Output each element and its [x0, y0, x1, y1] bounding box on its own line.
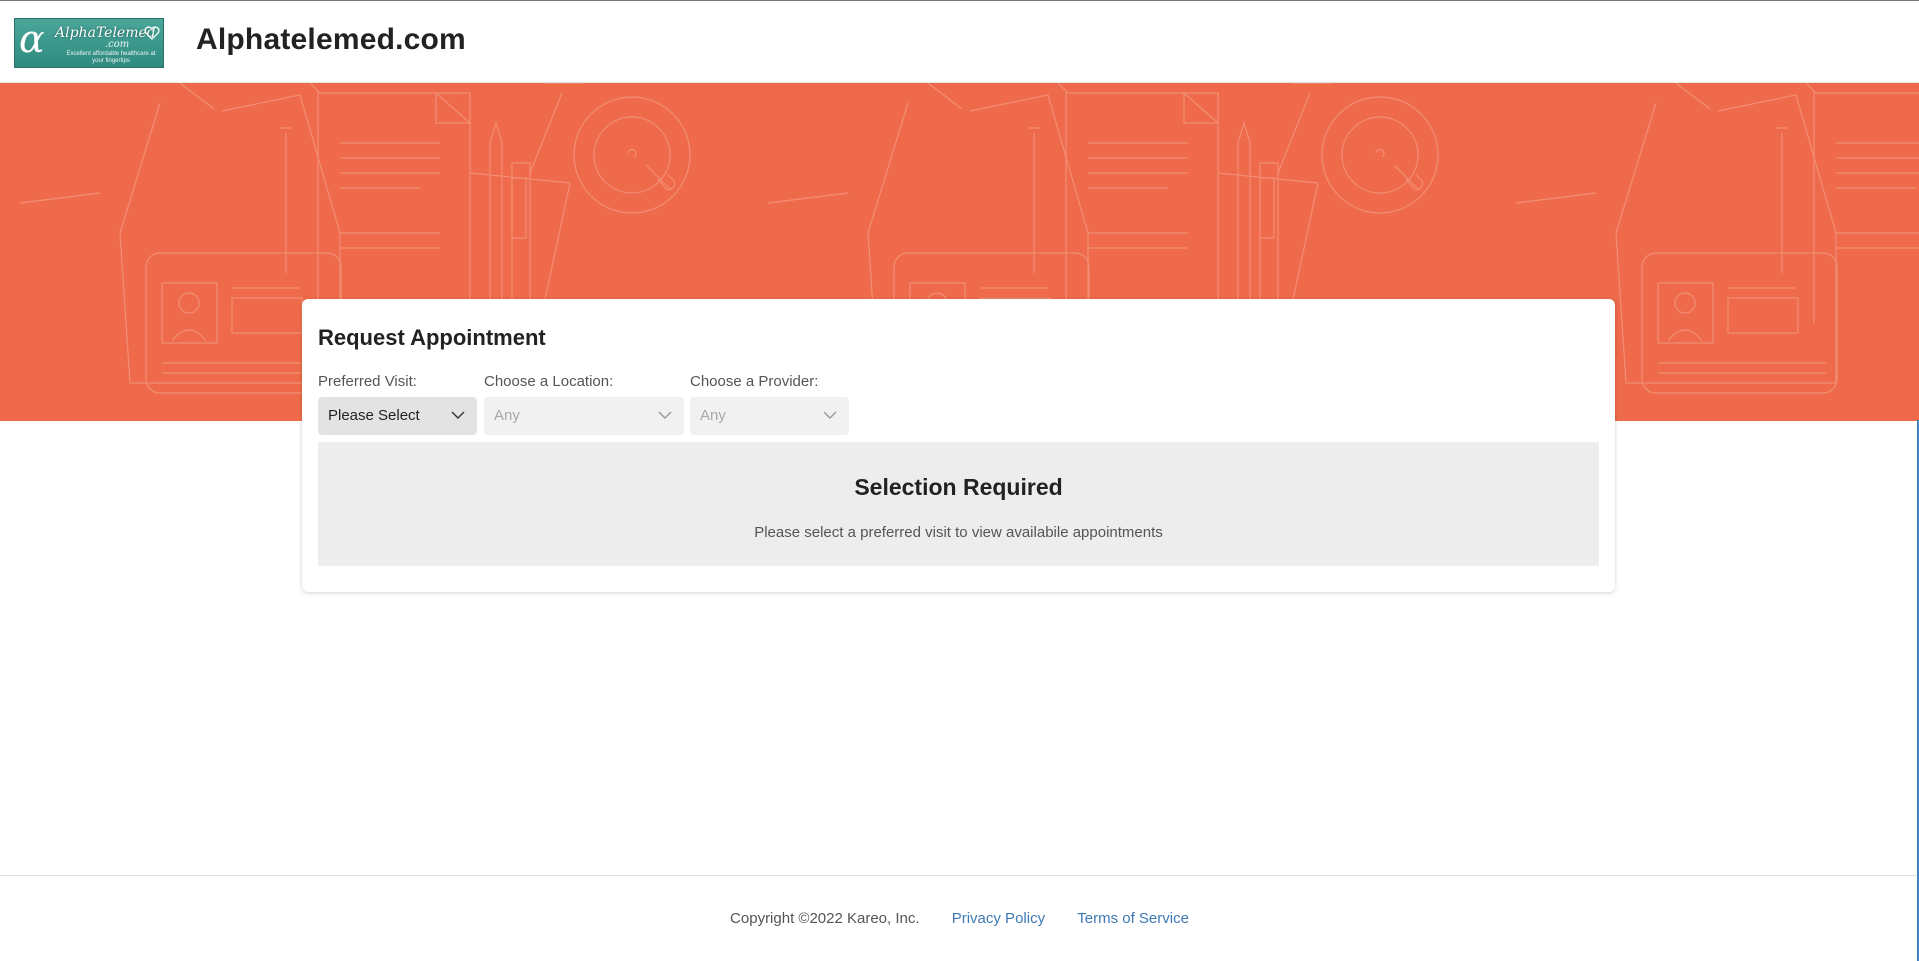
- location-field: Choose a Location: Any: [484, 372, 684, 435]
- provider-label: Choose a Provider:: [690, 373, 819, 390]
- notice-title: Selection Required: [854, 474, 1063, 500]
- appointment-card: Request Appointment Preferred Visit: Ple…: [302, 299, 1615, 592]
- site-logo[interactable]: α AlphaTelemed .com Excellent affordable…: [14, 18, 164, 68]
- provider-select[interactable]: Any: [690, 397, 849, 435]
- terms-of-service-link[interactable]: Terms of Service: [1077, 910, 1189, 927]
- copyright-text: Copyright ©2022 Kareo, Inc.: [730, 910, 920, 927]
- selection-required-notice: Selection Required Please select a prefe…: [318, 442, 1599, 566]
- logo-alpha-symbol: α: [19, 18, 45, 61]
- provider-value: Any: [700, 407, 726, 424]
- chevron-down-icon: [658, 411, 672, 419]
- preferred-visit-field: Preferred Visit: Please Select: [318, 372, 477, 435]
- heart-icon: [144, 26, 160, 40]
- location-label: Choose a Location:: [484, 373, 614, 390]
- page-footer: Copyright ©2022 Kareo, Inc. Privacy Poli…: [0, 875, 1919, 961]
- card-title: Request Appointment: [318, 325, 546, 350]
- logo-domain: .com: [105, 39, 130, 50]
- preferred-visit-value: Please Select: [328, 407, 420, 424]
- footer-links: Copyright ©2022 Kareo, Inc. Privacy Poli…: [0, 910, 1919, 927]
- site-title: Alphatelemed.com: [196, 23, 466, 56]
- preferred-visit-select[interactable]: Please Select: [318, 397, 477, 435]
- top-header: α AlphaTelemed .com Excellent affordable…: [0, 0, 1919, 83]
- privacy-policy-link[interactable]: Privacy Policy: [952, 910, 1045, 927]
- location-select[interactable]: Any: [484, 397, 684, 435]
- provider-field: Choose a Provider: Any: [690, 372, 849, 435]
- preferred-visit-label: Preferred Visit:: [318, 373, 417, 390]
- chevron-down-icon: [823, 411, 837, 419]
- chevron-down-icon: [451, 411, 465, 419]
- page: α AlphaTelemed .com Excellent affordable…: [0, 0, 1919, 961]
- notice-message: Please select a preferred visit to view …: [754, 524, 1163, 541]
- location-value: Any: [494, 407, 520, 424]
- logo-tagline: Excellent affordable healthcare at your …: [66, 51, 156, 64]
